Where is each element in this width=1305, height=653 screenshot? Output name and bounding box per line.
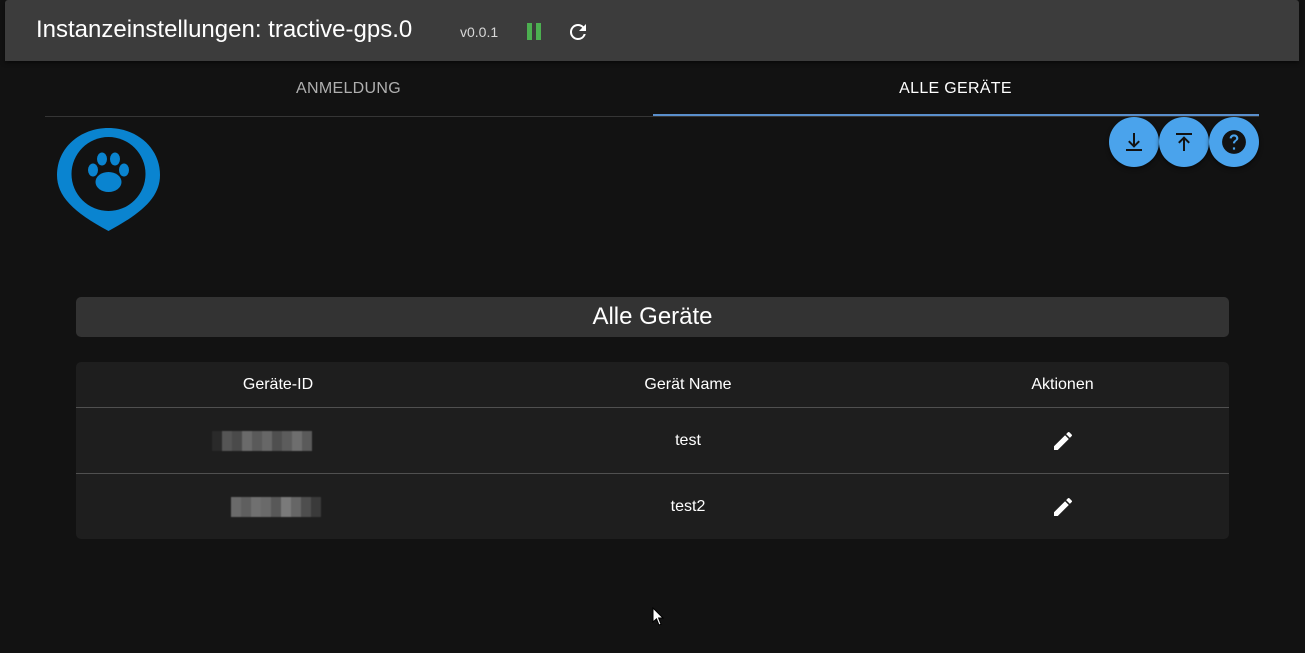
device-id-cell	[76, 474, 480, 539]
help-icon	[1222, 130, 1246, 154]
reload-button[interactable]	[566, 20, 590, 44]
actions-cell	[896, 408, 1229, 473]
column-header-actions: Aktionen	[1031, 375, 1094, 393]
page-title: Instanzeinstellungen: tractive-gps.0	[36, 16, 413, 43]
version-label: v0.0.1	[460, 24, 499, 40]
device-id-cell	[76, 408, 480, 473]
active-tab-indicator	[653, 114, 1259, 116]
upload-icon	[1176, 133, 1192, 151]
download-icon	[1126, 133, 1142, 151]
device-name-cell: test2	[670, 497, 706, 515]
tractive-logo	[55, 126, 162, 232]
download-config-button[interactable]	[1109, 117, 1159, 167]
tab-alle-geraete[interactable]: ALLE GERÄTE	[652, 61, 1259, 116]
pause-button[interactable]	[524, 22, 544, 42]
table-header-row: Geräte-ID Gerät Name Aktionen	[76, 362, 1229, 408]
edit-icon	[1053, 431, 1072, 450]
column-header-device-name: Gerät Name	[644, 375, 732, 393]
actions-cell	[896, 474, 1229, 539]
edit-icon	[1053, 497, 1072, 516]
app-root: Instanzeinstellungen: tractive-gps.0 v0.…	[0, 0, 1305, 653]
instance-settings-header: Instanzeinstellungen: tractive-gps.0 v0.…	[5, 0, 1299, 61]
settings-tabs: ANMELDUNG ALLE GERÄTE	[45, 61, 1259, 117]
edit-device-button[interactable]	[1049, 427, 1077, 455]
mouse-cursor-icon	[652, 607, 665, 626]
table-row: test2	[76, 474, 1229, 539]
paw-pin-logo-icon	[57, 128, 160, 231]
redacted-device-id	[212, 430, 312, 451]
column-header-device-id: Geräte-ID	[242, 375, 314, 393]
pause-icon-bar	[536, 23, 541, 40]
upload-config-button[interactable]	[1159, 117, 1209, 167]
redacted-device-id	[231, 496, 321, 517]
edit-device-button[interactable]	[1049, 493, 1077, 521]
pause-icon	[527, 23, 532, 40]
device-name-cell: test	[675, 431, 701, 449]
reload-icon	[569, 23, 586, 40]
devices-table: Geräte-ID Gerät Name Aktionen test test2	[76, 362, 1229, 539]
table-row: test	[76, 408, 1229, 474]
help-button[interactable]	[1209, 117, 1259, 167]
tab-anmeldung[interactable]: ANMELDUNG	[45, 61, 652, 116]
section-title-all-devices: Alle Geräte	[76, 297, 1229, 337]
